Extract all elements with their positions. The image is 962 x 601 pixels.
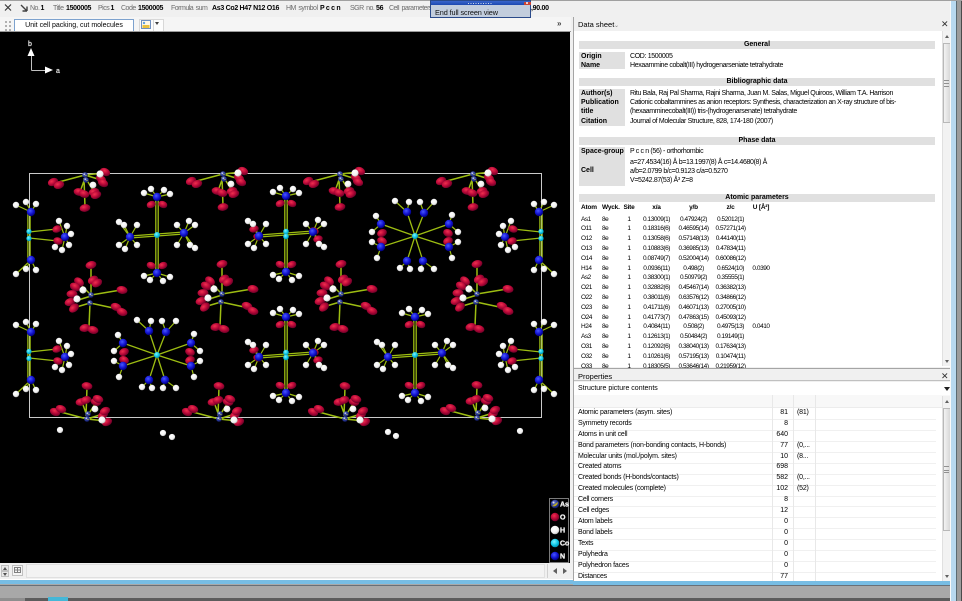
svg-text:b: b: [28, 41, 32, 48]
svg-text:O: O: [560, 515, 566, 522]
svg-text:H: H: [560, 528, 565, 535]
svg-text:Co: Co: [560, 541, 569, 548]
svg-text:N: N: [560, 554, 565, 561]
svg-text:a: a: [56, 68, 60, 75]
svg-text:As: As: [560, 502, 569, 509]
